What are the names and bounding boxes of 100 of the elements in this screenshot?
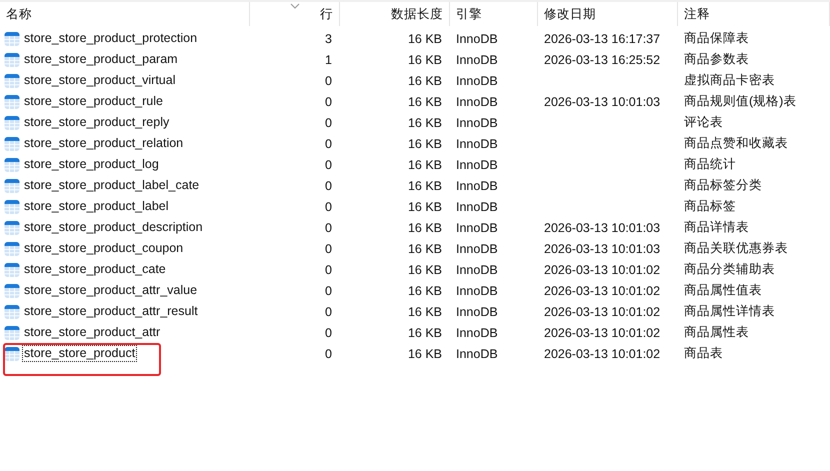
column-header[interactable]: 修改日期 xyxy=(538,2,678,26)
table-cell-text: 16 KB xyxy=(406,158,443,172)
table-cell-text: 商品关联优惠券表 xyxy=(683,240,789,257)
table-icon xyxy=(4,156,20,172)
table-cell-text: 0 xyxy=(324,220,333,234)
table-name[interactable]: store_store_product_reply xyxy=(22,114,172,131)
table-cell-text: InnoDB xyxy=(455,158,499,172)
table-cell-text: 16 KB xyxy=(406,178,443,192)
table-cell-text: 0 xyxy=(324,326,333,340)
table-cell-text: 0 xyxy=(324,284,333,298)
table-icon xyxy=(4,30,20,46)
table-cell-text: 2026-03-13 10:01:02 xyxy=(543,304,662,318)
table-cell-text: 商品保障表 xyxy=(683,30,750,47)
column-header[interactable]: 行 xyxy=(250,2,340,26)
table-icon xyxy=(4,52,20,68)
table-name[interactable]: store_store_product_rule xyxy=(22,93,165,110)
table-cell-text: 商品详情表 xyxy=(683,219,750,236)
table-cell-text: 2026-03-13 10:01:02 xyxy=(543,284,662,298)
table-cell-text: 2026-03-13 10:01:03 xyxy=(543,94,662,108)
table-name[interactable]: store_store_product_label_cate xyxy=(22,177,202,194)
table-name[interactable]: store_store_product_attr_value xyxy=(22,282,200,299)
table-cell-text: InnoDB xyxy=(455,32,499,46)
table-cell-text: 商品规则值(规格)表 xyxy=(683,93,798,110)
table-cell-text: 评论表 xyxy=(683,114,724,131)
table-cell-text: 0 xyxy=(324,94,333,108)
table-cell-text: 2026-03-13 16:25:52 xyxy=(543,52,662,66)
column-header[interactable]: 名称 xyxy=(0,2,250,26)
table-cell-text: 16 KB xyxy=(406,242,443,256)
table-icon xyxy=(4,240,20,256)
table-cell-text: InnoDB xyxy=(455,52,499,66)
table-cell-text: 商品属性表 xyxy=(683,324,750,341)
table-name[interactable]: store_store_product_label xyxy=(22,198,171,215)
table-cell-text: InnoDB xyxy=(455,136,499,150)
table-name[interactable]: store_store_product_relation xyxy=(22,135,186,152)
table-cell-text: 16 KB xyxy=(406,32,443,46)
column-header[interactable]: 引擎 xyxy=(450,2,538,26)
table-icon xyxy=(4,198,20,214)
table-cell-text: 16 KB xyxy=(406,200,443,214)
table-cell-text: 2026-03-13 10:01:02 xyxy=(543,326,662,340)
table-cell-text: 16 KB xyxy=(406,326,443,340)
table-cell-text: 0 xyxy=(324,304,333,318)
column-header[interactable]: 注释 xyxy=(678,2,830,26)
table-cell-text: 商品点赞和收藏表 xyxy=(683,135,789,152)
table-cell-text: 商品分类辅助表 xyxy=(683,261,776,278)
table-cell-text: 16 KB xyxy=(406,346,443,360)
table-cell-text: 商品属性值表 xyxy=(683,282,763,299)
sort-chevron-icon xyxy=(290,3,300,9)
table-cell-text: 0 xyxy=(324,178,333,192)
table-cell-text: InnoDB xyxy=(455,326,499,340)
table-icon xyxy=(4,346,20,362)
table-cell-text: 16 KB xyxy=(406,116,443,130)
table-cell-text: 1 xyxy=(324,52,333,66)
table-icon xyxy=(4,262,20,278)
table-cell-text: InnoDB xyxy=(455,200,499,214)
table-cell-text: 0 xyxy=(324,242,333,256)
table-cell-text: InnoDB xyxy=(455,178,499,192)
table-cell-text: 0 xyxy=(324,346,333,360)
table-cell-text: 商品标签 xyxy=(683,198,737,215)
table-cell-text: 2026-03-13 10:01:03 xyxy=(543,220,662,234)
table-cell-text: 商品表 xyxy=(683,345,724,362)
table-cell-text: 0 xyxy=(324,158,333,172)
table-icon xyxy=(4,72,20,88)
table-name[interactable]: store_store_product_protection xyxy=(22,30,200,47)
table-name[interactable]: store_store_product_attr xyxy=(22,324,162,341)
table-cell-text: 16 KB xyxy=(406,220,443,234)
table-cell-text: 商品标签分类 xyxy=(683,177,763,194)
table-name[interactable]: store_store_product xyxy=(22,345,138,362)
table-cell-text: 2026-03-13 10:01:03 xyxy=(543,242,662,256)
table-cell-text: 3 xyxy=(324,32,333,46)
table-cell-text: 商品属性详情表 xyxy=(683,303,776,320)
table-name[interactable]: store_store_product_description xyxy=(22,219,205,236)
table-name[interactable]: store_store_product_param xyxy=(22,51,180,68)
table-cell-text: 0 xyxy=(324,136,333,150)
table-cell-text: 商品参数表 xyxy=(683,51,750,68)
table-cell-text: 2026-03-13 16:17:37 xyxy=(543,32,662,46)
table-name[interactable]: store_store_product_attr_result xyxy=(22,303,200,320)
table-icon xyxy=(4,282,20,298)
table-icon xyxy=(4,94,20,110)
table-cell-text: 虚拟商品卡密表 xyxy=(683,72,776,89)
table-cell-text: 0 xyxy=(324,116,333,130)
table-icon xyxy=(4,324,20,340)
table-cell-text: InnoDB xyxy=(455,74,499,88)
table-cell-text: InnoDB xyxy=(455,262,499,276)
table-cell-text: InnoDB xyxy=(455,116,499,130)
table-cell-text: 16 KB xyxy=(406,262,443,276)
table-cell-text: InnoDB xyxy=(455,242,499,256)
table-cell-text: InnoDB xyxy=(455,346,499,360)
table-cell-text: InnoDB xyxy=(455,94,499,108)
table-name[interactable]: store_store_product_coupon xyxy=(22,240,186,257)
table-icon xyxy=(4,304,20,320)
column-header[interactable]: 数据长度 xyxy=(340,2,450,26)
table-cell-text: 0 xyxy=(324,74,333,88)
table-cell-text: 16 KB xyxy=(406,52,443,66)
table-cell-text: 16 KB xyxy=(406,284,443,298)
table-cell-text: InnoDB xyxy=(455,284,499,298)
table-name[interactable]: store_store_product_virtual xyxy=(22,72,178,89)
table-name[interactable]: store_store_product_cate xyxy=(22,261,168,278)
table-icon xyxy=(4,114,20,130)
table-name[interactable]: store_store_product_log xyxy=(22,156,161,173)
table-cell-text: 16 KB xyxy=(406,136,443,150)
